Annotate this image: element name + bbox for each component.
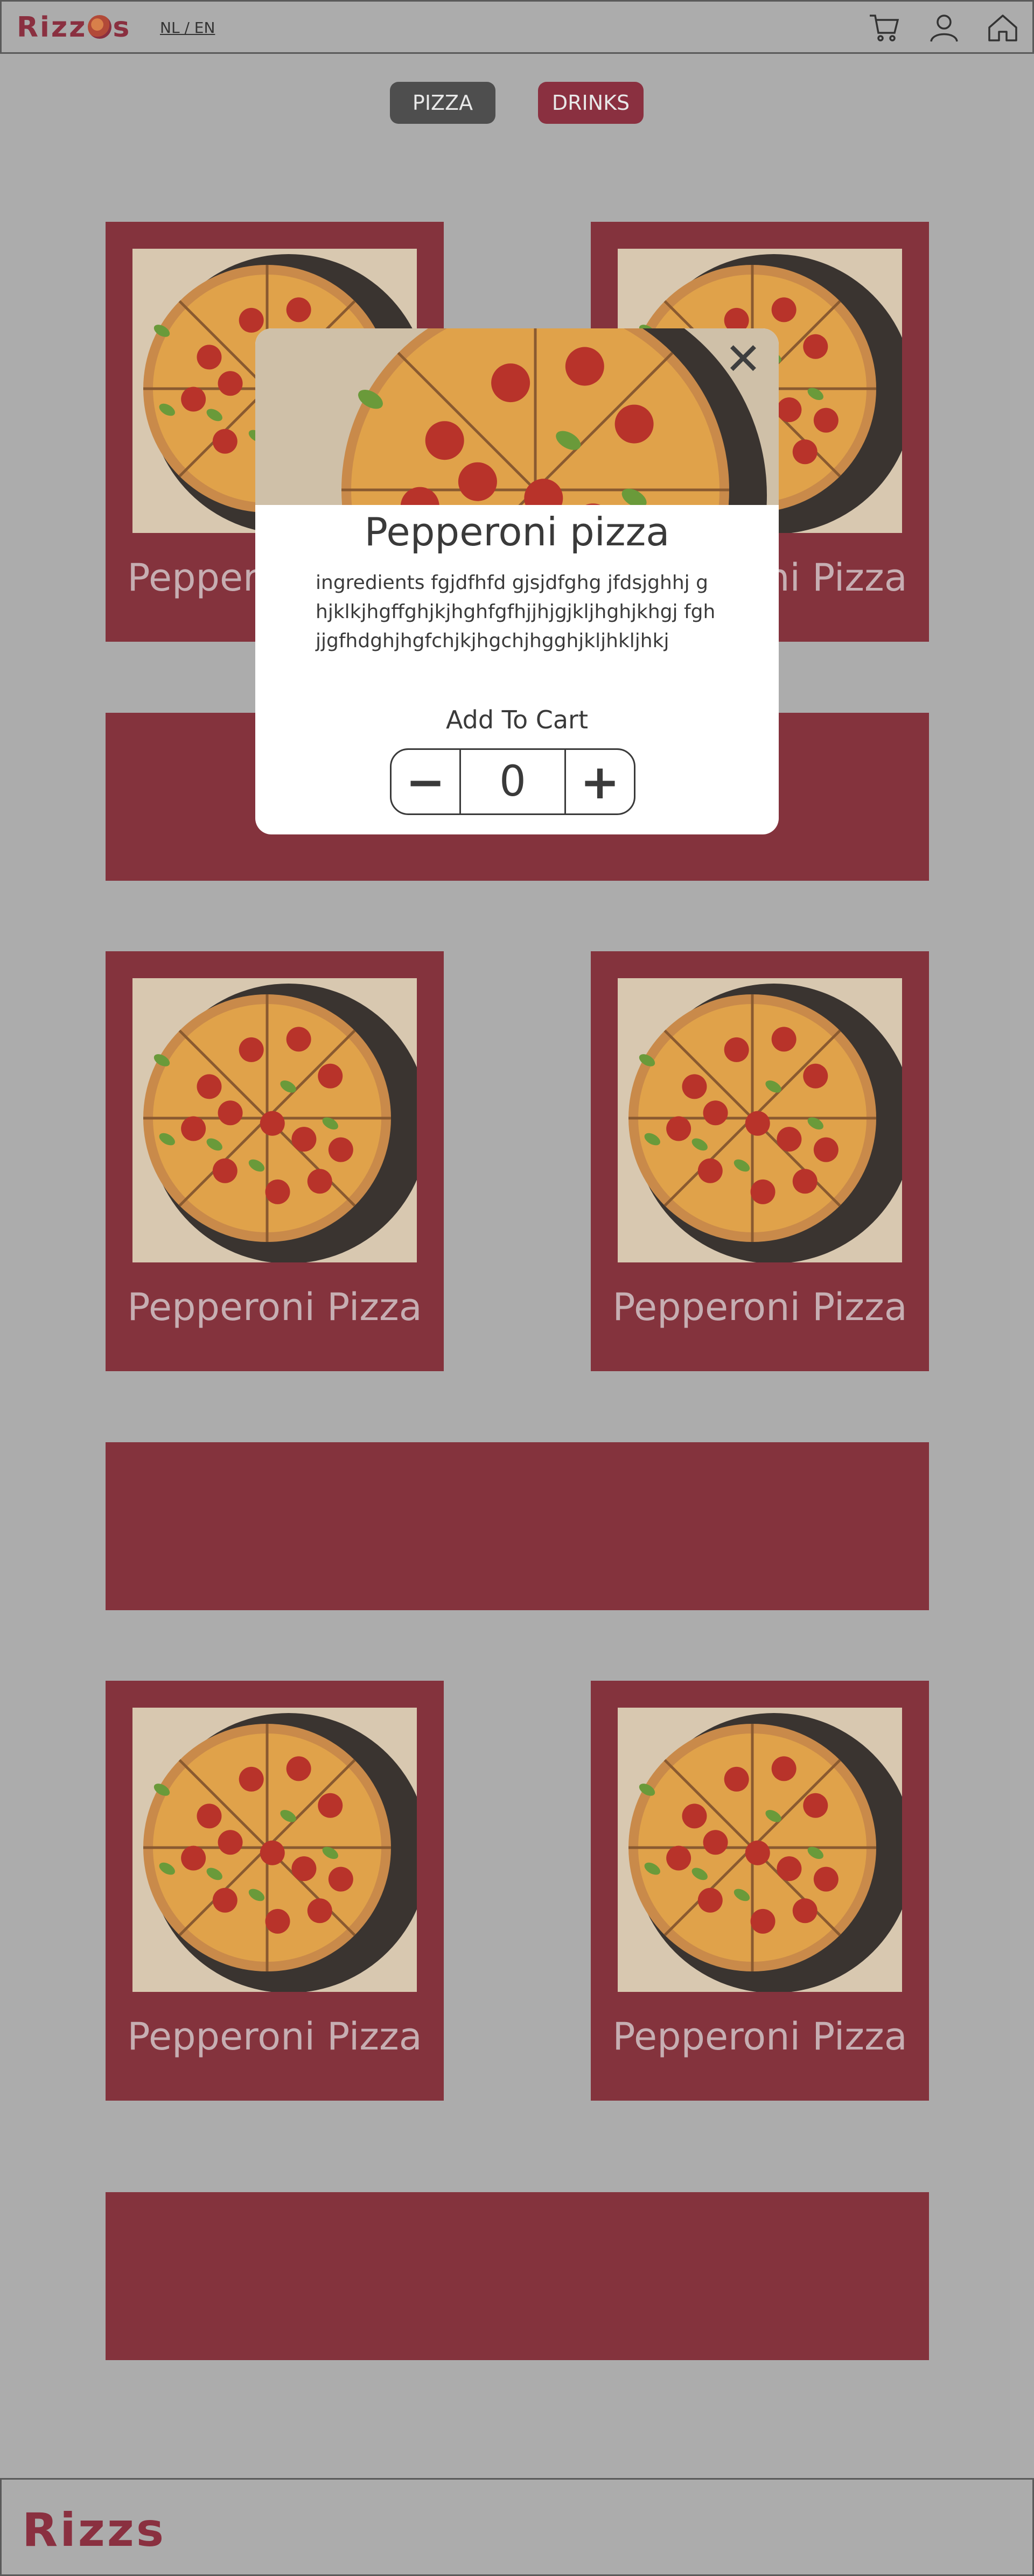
product-name: Pepperoni Pizza [612, 2015, 907, 2059]
category-drinks-button[interactable]: DRINKS [538, 82, 644, 124]
decrease-quantity-button[interactable]: − [392, 750, 459, 813]
product-card[interactable]: Pepperoni Pizza [591, 1681, 929, 2101]
category-pizza-button[interactable]: PIZZA [390, 82, 495, 124]
banner [106, 2192, 929, 2360]
product-name: Pepperoni Pizza [612, 1285, 907, 1329]
product-card[interactable]: Pepperoni Pizza [106, 1681, 444, 2101]
quantity-stepper: − 0 + [390, 748, 635, 815]
quantity-value[interactable]: 0 [459, 750, 566, 813]
language-switch[interactable]: NL / EN [160, 19, 215, 37]
modal-pizza-image [255, 328, 779, 505]
cart-icon[interactable] [868, 11, 901, 45]
site-header: Rizz s NL / EN [0, 0, 1034, 54]
pizza-image [132, 1708, 417, 1992]
modal-title: Pepperoni pizza [364, 509, 670, 554]
pizza-image [618, 978, 902, 1262]
user-icon[interactable] [927, 11, 961, 45]
pizza-image [618, 1708, 902, 1992]
site-footer: Rizzs [0, 2478, 1034, 2576]
pizza-image [132, 978, 417, 1262]
modal-description: ingredients fgjdfhfd gjsjdfghg jfdsjghhj… [316, 572, 716, 652]
footer-logo[interactable]: Rizzs [22, 2503, 166, 2560]
increase-quantity-button[interactable]: + [566, 750, 634, 813]
add-to-cart-label: Add To Cart [446, 705, 588, 734]
logo[interactable]: Rizz s [17, 11, 131, 44]
product-name: Pepperoni Pizza [127, 2015, 422, 2059]
banner [106, 1442, 929, 1610]
product-modal: ✕ Pepperoni pizza ingredients fgjdfhfd g… [255, 328, 779, 834]
product-card[interactable]: Pepperoni Pizza [591, 951, 929, 1371]
home-icon[interactable] [986, 11, 1019, 45]
product-name: Pepperoni Pizza [127, 1285, 422, 1329]
pizza-logo-icon [88, 15, 112, 39]
close-icon[interactable]: ✕ [723, 338, 764, 382]
product-card[interactable]: Pepperoni Pizza [106, 951, 444, 1371]
